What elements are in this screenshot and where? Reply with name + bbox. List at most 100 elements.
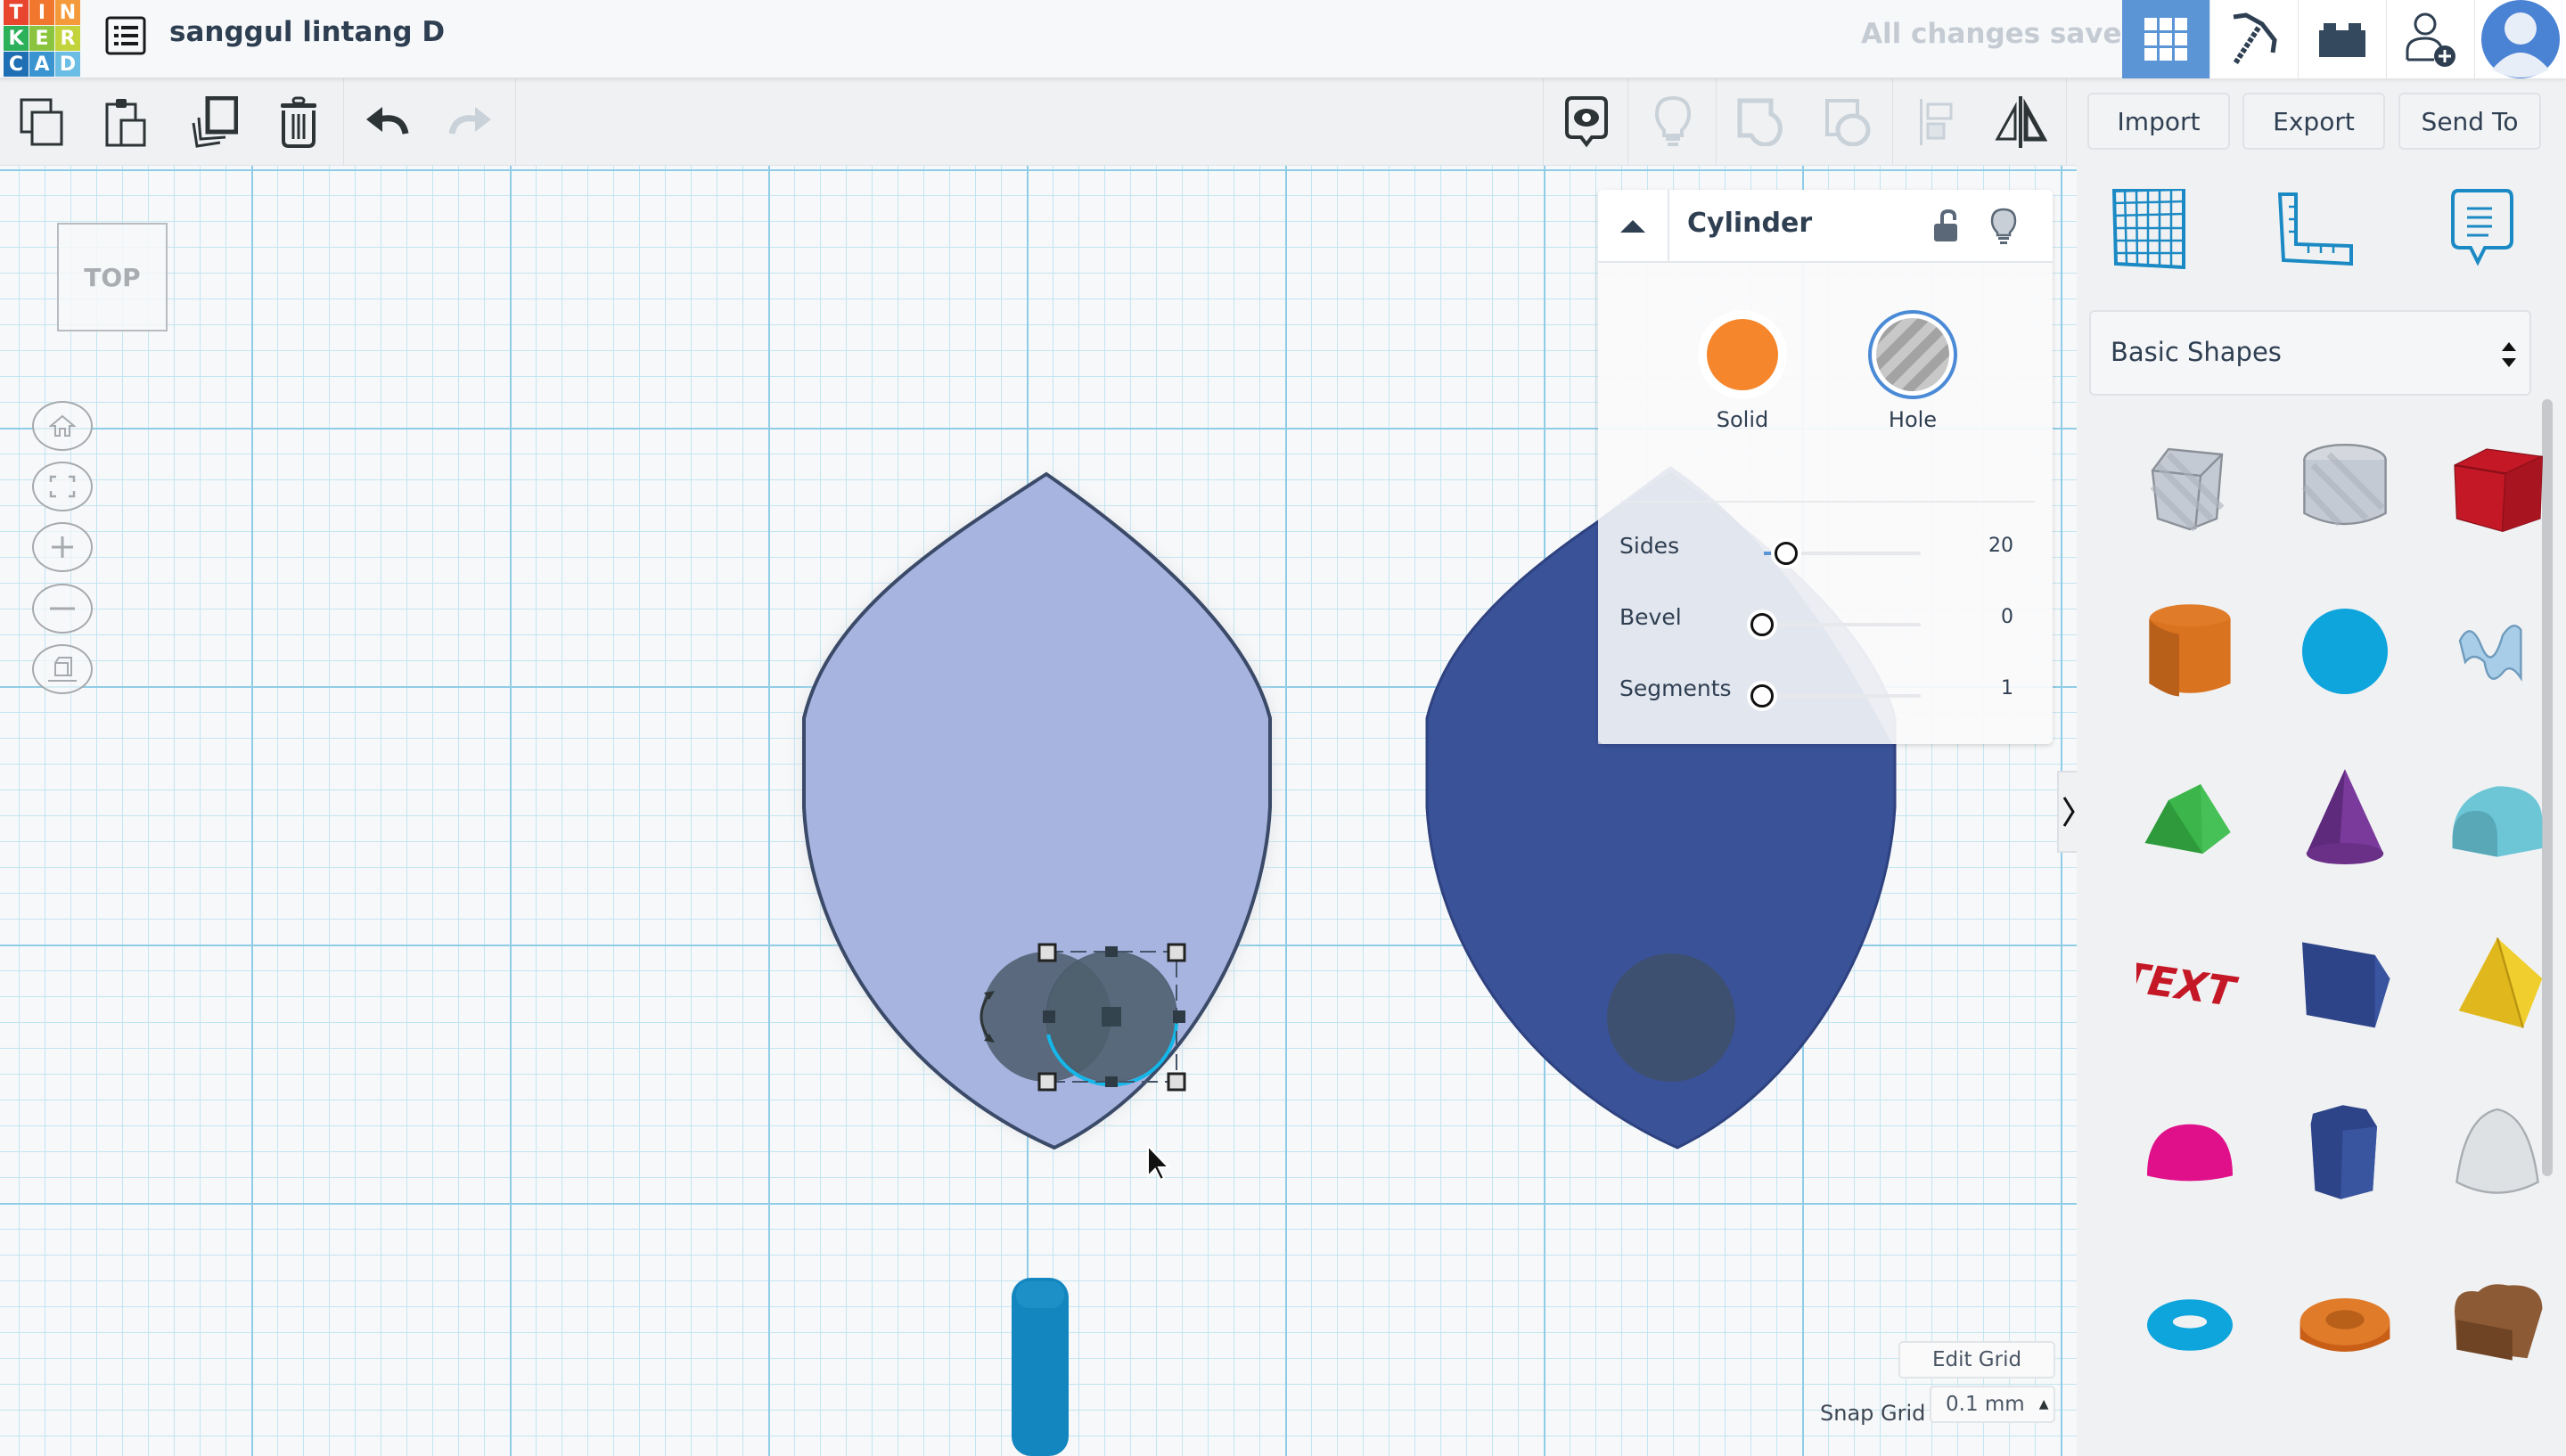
design-list-icon[interactable] — [105, 16, 146, 55]
shape-cylinder-hole[interactable] — [2278, 420, 2412, 553]
solid-option[interactable] — [1698, 310, 1787, 399]
tinkercad-logo[interactable]: T I N K E R C A D — [4, 0, 80, 77]
shape-thumbnail-icon — [2454, 448, 2544, 533]
segments-slider-knob[interactable] — [1750, 684, 1774, 708]
bevel-slider[interactable] — [1764, 623, 1921, 626]
shape-paraboloid[interactable] — [2431, 1085, 2564, 1219]
redo-button[interactable] — [430, 78, 510, 166]
edit-toolbar: Import Export Send To — [0, 78, 2541, 166]
logo-letter: A — [29, 52, 54, 77]
eye-note-icon — [1565, 96, 1608, 148]
collapse-library-tab[interactable] — [2057, 771, 2078, 853]
unlock-icon — [1934, 209, 1957, 241]
shape-thumbnail-icon — [2144, 784, 2231, 854]
shape-scribble[interactable] — [2431, 585, 2564, 718]
paste-button[interactable] — [86, 78, 166, 166]
shape-box[interactable] — [2431, 420, 2564, 553]
send-to-button[interactable]: Send To — [2398, 93, 2541, 150]
shape-half-sphere[interactable] — [2123, 1085, 2257, 1219]
copy-button[interactable] — [2, 78, 82, 166]
ungroup-icon — [1825, 99, 1871, 146]
edit-grid-button[interactable]: Edit Grid — [1898, 1341, 2055, 1378]
import-button[interactable]: Import — [2087, 93, 2230, 150]
segments-slider[interactable] — [1764, 694, 1921, 698]
shape-wedge[interactable] — [2278, 916, 2412, 1050]
hide-shape-button[interactable] — [1990, 208, 2017, 249]
logo-letter: D — [55, 52, 80, 77]
sides-value[interactable]: 20 — [1988, 535, 2013, 557]
toolbar-divider — [343, 78, 344, 166]
align-button[interactable] — [1896, 78, 1976, 166]
shape-thumbnail-icon — [2306, 769, 2384, 864]
3d-design-grid-button[interactable] — [2122, 0, 2209, 78]
workplane-grid-icon — [2111, 186, 2185, 270]
document-title[interactable]: sanggul lintang D — [169, 16, 445, 48]
bevel-slider-knob[interactable] — [1750, 613, 1774, 636]
shape-pyramid[interactable] — [2431, 916, 2564, 1050]
hole-cylinder-dark[interactable] — [1607, 953, 1735, 1082]
notes-button[interactable] — [2451, 189, 2513, 273]
shape-text[interactable]: TEXT — [2123, 916, 2257, 1050]
bricks-button[interactable] — [2298, 0, 2386, 78]
shape-thumbnail-icon — [2147, 1124, 2233, 1182]
hole-option[interactable] — [1868, 310, 1957, 399]
shape-sphere[interactable] — [2278, 585, 2412, 718]
save-status: All changes saved — [1861, 18, 2142, 50]
logo-letter: I — [29, 0, 54, 25]
shape-heart[interactable] — [2431, 1253, 2564, 1386]
shape-thumbnail-icon — [2458, 625, 2522, 682]
lock-button[interactable] — [1933, 209, 1958, 247]
undo-icon — [366, 107, 409, 135]
ungroup-button[interactable] — [1808, 78, 1888, 166]
ruler-button[interactable] — [2277, 192, 2353, 271]
undo-button[interactable] — [348, 78, 428, 166]
shape-tube[interactable] — [2278, 1253, 2412, 1386]
toolbar-divider — [1892, 78, 1893, 166]
group-button[interactable] — [1720, 78, 1800, 166]
toolbar-divider — [1716, 78, 1717, 166]
shape-category-value: Basic Shapes — [2111, 337, 2282, 367]
user-avatar-icon — [2481, 0, 2560, 78]
shape-thumbnail-icon — [2455, 1284, 2543, 1361]
delete-button[interactable] — [258, 78, 339, 166]
show-hide-button[interactable] — [1633, 78, 1713, 166]
brick-icon — [2319, 23, 2365, 57]
shape-thumbnail-icon — [2452, 786, 2543, 857]
shape-polygon[interactable] — [2278, 1085, 2412, 1219]
shape-category-select[interactable]: Basic Shapes — [2089, 310, 2531, 396]
shape-thumbnail-icon — [2300, 1298, 2390, 1352]
properties-header: Cylinder — [1598, 190, 2053, 263]
logo-letter: T — [4, 0, 29, 25]
user-avatar-button[interactable] — [2474, 0, 2566, 78]
notes-toggle-button[interactable] — [1546, 78, 1627, 166]
export-button[interactable]: Export — [2242, 93, 2385, 150]
shape-box-hole[interactable] — [2123, 420, 2257, 553]
sides-slider-knob[interactable] — [1775, 542, 1798, 565]
shape-library-panel: Basic Shapes TEXT — [2077, 166, 2566, 1456]
trash-icon — [281, 96, 316, 148]
collapse-panel-button[interactable] — [1598, 190, 1669, 263]
shape-thumbnail-icon: TEXT — [2136, 953, 2243, 1015]
shape-torus[interactable] — [2123, 1253, 2257, 1386]
shape-name: Cylinder — [1687, 208, 1813, 239]
segments-value[interactable]: 1 — [2001, 677, 2013, 699]
shape-cylinder[interactable] — [2123, 585, 2257, 718]
workplane-button[interactable] — [2111, 186, 2185, 273]
segments-label: Segments — [1619, 675, 1732, 701]
codeblocks-button[interactable] — [2209, 0, 2298, 78]
shape-properties-panel: Cylinder Solid Hole Sides 20 Bevel 0 Seg… — [1598, 190, 2053, 744]
bevel-value[interactable]: 0 — [2001, 606, 2013, 628]
ruler-icon — [2277, 192, 2353, 266]
mouse-cursor — [1147, 1143, 1171, 1182]
shape-roof[interactable] — [2123, 749, 2257, 883]
shape-round-roof[interactable] — [2431, 749, 2564, 883]
mirror-button[interactable] — [1980, 78, 2061, 166]
logo-letter: R — [55, 26, 80, 51]
invite-user-button[interactable] — [2386, 0, 2474, 78]
shape-thumbnail-icon — [2302, 609, 2388, 694]
shape-cone[interactable] — [2278, 749, 2412, 883]
bevel-label: Bevel — [1619, 604, 1682, 630]
duplicate-button[interactable] — [174, 78, 254, 166]
add-user-icon — [2406, 12, 2455, 67]
snap-grid-select[interactable]: 0.1 mm ▲ — [1930, 1386, 2055, 1423]
